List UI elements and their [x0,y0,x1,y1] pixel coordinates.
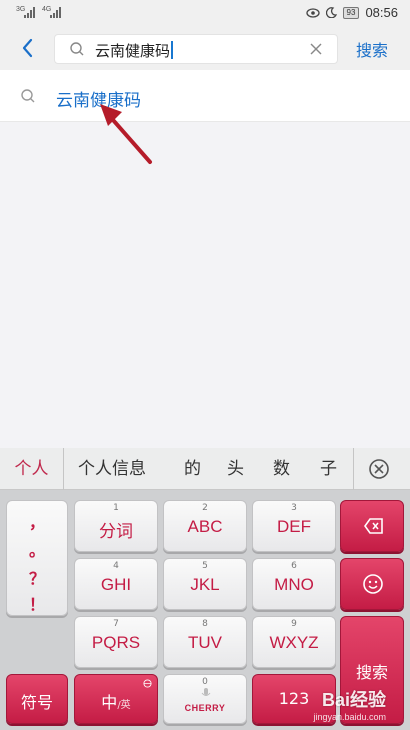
key-8[interactable]: 8 TUV [163,616,247,668]
search-icon [21,89,35,103]
search-header: 云南健康码 搜索 [0,26,410,70]
search-input[interactable]: 云南健康码 [54,34,338,64]
language-switch-key[interactable]: 中/英 [74,674,158,724]
battery-indicator: 93 [342,6,360,19]
eye-icon [305,7,320,18]
lang-alt: /英 [117,700,131,711]
candidate-item[interactable]: 数 [273,448,290,490]
symbols-key[interactable]: 符号 [6,674,68,724]
backspace-icon [364,518,383,534]
annotation-arrow [100,104,152,164]
key-3[interactable]: 3 DEF [252,500,336,552]
status-bar: 3G 4G 93 08:56 [0,0,410,26]
candidate-bar: 个人 个人信息 的 头 数 子 [0,448,410,490]
emoji-key[interactable] [340,558,404,610]
punct-comma: ， [28,513,45,532]
search-query-text: 云南健康码 [95,42,171,60]
watermark: Bai经验 jingyan.baidu.com [313,690,386,722]
candidate-item[interactable]: 个人信息 [78,448,146,490]
key-4[interactable]: 4 GHI [74,558,158,610]
delete-icon[interactable] [368,458,390,480]
search-button[interactable]: 搜索 [356,37,388,61]
punct-exclaim: ！ [28,595,45,614]
space-key[interactable]: 0 CHERRY [163,674,247,724]
lang-primary: 中 [101,693,118,712]
brand-logo: CHERRY [184,703,226,713]
backspace-key[interactable] [340,500,404,552]
smiley-icon [363,574,383,594]
punct-question: ？ [28,569,45,588]
candidate-item[interactable]: 子 [320,448,337,490]
moon-icon [325,7,337,18]
keyboard: 个人 个人信息 的 头 数 子 ， 。 ？ ！ 1 分词 2 ABC 3 DEF 4G… [0,448,410,730]
signal-icon [24,7,35,18]
back-arrow-icon[interactable] [16,34,40,62]
key-9[interactable]: 9 WXYZ [252,616,336,668]
text-cursor [171,41,174,59]
clock: 08:56 [365,5,398,20]
key-7[interactable]: 7 PQRS [74,616,158,668]
clear-icon[interactable] [309,42,323,56]
key-5[interactable]: 5 JKL [163,558,247,610]
candidate-item[interactable]: 的 [184,448,201,490]
key-2[interactable]: 2 ABC [163,500,247,552]
signal-icon [50,7,61,18]
punct-period: 。 [28,541,45,560]
search-icon [70,42,84,56]
key-1[interactable]: 1 分词 [74,500,158,552]
key-6[interactable]: 6 MNO [252,558,336,610]
globe-icon [143,679,152,688]
punctuation-key[interactable]: ， 。 ？ ！ [6,500,68,616]
candidate-first[interactable]: 个人 [0,448,64,490]
results-area [0,122,410,448]
microphone-icon [201,688,211,696]
suggestion-item[interactable]: 云南健康码 [0,70,410,122]
candidate-item[interactable]: 头 [227,448,244,490]
